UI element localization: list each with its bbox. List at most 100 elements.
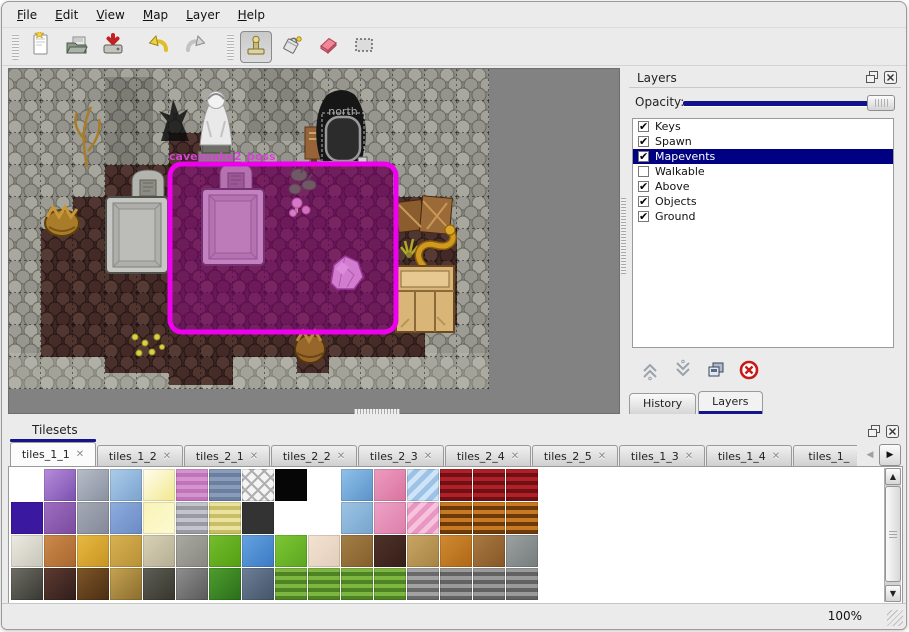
palette-tile[interactable] <box>11 502 43 534</box>
layer-row-ground[interactable]: ✔Ground <box>633 209 893 224</box>
palette-tile[interactable] <box>242 502 274 534</box>
tab-close-icon[interactable]: ✕ <box>772 451 780 462</box>
layer-row-above[interactable]: ✔Above <box>633 179 893 194</box>
menu-view[interactable]: View <box>87 5 133 25</box>
map-view[interactable]: north <box>8 68 620 414</box>
palette-tile[interactable] <box>506 502 538 534</box>
palette-tile[interactable] <box>44 502 76 534</box>
palette-tile[interactable] <box>407 469 439 501</box>
palette-tile[interactable] <box>308 568 340 600</box>
tab-close-icon[interactable]: ✕ <box>250 451 258 462</box>
palette-tile[interactable] <box>506 568 538 600</box>
scroll-up-icon[interactable]: ▲ <box>885 468 901 485</box>
layer-row-walkable[interactable]: Walkable <box>633 164 893 179</box>
palette-tile[interactable] <box>11 535 43 567</box>
palette-tile[interactable] <box>506 469 538 501</box>
palette-tile[interactable] <box>110 568 142 600</box>
palette-tile[interactable] <box>407 535 439 567</box>
opacity-slider-track[interactable] <box>683 101 891 106</box>
tileset-tab-tiles_2_3[interactable]: tiles_2_3✕ <box>358 445 444 466</box>
tab-close-icon[interactable]: ✕ <box>424 451 432 462</box>
panel-tab-layers[interactable]: Layers <box>698 391 762 414</box>
palette-tile[interactable] <box>110 502 142 534</box>
palette-tile[interactable] <box>44 469 76 501</box>
palette-tile[interactable] <box>176 568 208 600</box>
palette-tile[interactable] <box>176 535 208 567</box>
layer-row-spawn[interactable]: ✔Spawn <box>633 134 893 149</box>
tileset-tab-tiles_1_2[interactable]: tiles_1_2✕ <box>97 445 183 466</box>
palette-tile[interactable] <box>275 469 307 501</box>
palette-tile[interactable] <box>308 535 340 567</box>
palette-tile[interactable] <box>341 469 373 501</box>
tab-close-icon[interactable]: ✕ <box>337 451 345 462</box>
palette-tile[interactable] <box>176 469 208 501</box>
palette-tile[interactable] <box>440 469 472 501</box>
close-panel-icon[interactable] <box>884 71 897 84</box>
palette-tile[interactable] <box>440 502 472 534</box>
palette-tile[interactable] <box>374 535 406 567</box>
palette-tile[interactable] <box>242 535 274 567</box>
palette-tile[interactable] <box>341 568 373 600</box>
palette-tile[interactable] <box>275 568 307 600</box>
toolbar-drag-handle[interactable] <box>12 34 19 60</box>
layer-visibility-checkbox[interactable] <box>638 166 649 177</box>
layer-visibility-checkbox[interactable]: ✔ <box>638 211 649 222</box>
stamp-tool-button[interactable] <box>240 31 272 63</box>
palette-tile[interactable] <box>110 535 142 567</box>
layer-visibility-checkbox[interactable]: ✔ <box>638 196 649 207</box>
scroll-tabs-left-icon[interactable]: ◀ <box>863 445 877 465</box>
palette-tile[interactable] <box>143 502 175 534</box>
palette-tile[interactable] <box>143 568 175 600</box>
menu-edit[interactable]: Edit <box>46 5 87 25</box>
palette-tile[interactable] <box>209 469 241 501</box>
palette-tile[interactable] <box>143 535 175 567</box>
palette-tile[interactable] <box>341 535 373 567</box>
layer-row-objects[interactable]: ✔Objects <box>633 194 893 209</box>
palette-tile[interactable] <box>176 502 208 534</box>
scroll-tabs-right-icon[interactable]: ▶ <box>879 444 901 466</box>
scroll-down-icon[interactable]: ▼ <box>885 585 901 602</box>
palette-tile[interactable] <box>44 535 76 567</box>
rect-select-tool-button[interactable] <box>348 31 380 63</box>
palette-tile[interactable] <box>77 568 109 600</box>
layer-row-mapevents[interactable]: ✔Mapevents <box>633 149 893 164</box>
tab-close-icon[interactable]: ✕ <box>163 451 171 462</box>
palette-tile[interactable] <box>275 535 307 567</box>
vertical-splitter[interactable] <box>620 68 627 414</box>
open-map-button[interactable] <box>61 31 93 63</box>
panel-tab-history[interactable]: History <box>629 393 696 414</box>
palette-tile[interactable] <box>77 535 109 567</box>
palette-tile[interactable] <box>407 568 439 600</box>
palette-tile[interactable] <box>506 535 538 567</box>
close-panel-icon[interactable] <box>886 423 899 436</box>
toolbar-drag-handle[interactable] <box>227 34 234 60</box>
tileset-tab-tiles_1_3[interactable]: tiles_1_3✕ <box>619 445 705 466</box>
palette-tile[interactable] <box>209 535 241 567</box>
palette-tile[interactable] <box>473 469 505 501</box>
tileset-tab-tiles_2_1[interactable]: tiles_2_1✕ <box>184 445 270 466</box>
palette-tile[interactable] <box>374 568 406 600</box>
palette-tile[interactable] <box>341 502 373 534</box>
tab-close-icon[interactable]: ✕ <box>511 451 519 462</box>
palette-tile[interactable] <box>374 469 406 501</box>
tileset-tab-tiles_2_4[interactable]: tiles_2_4✕ <box>445 445 531 466</box>
palette-tile[interactable] <box>77 469 109 501</box>
map-canvas[interactable]: north <box>9 69 619 413</box>
menu-help[interactable]: Help <box>229 5 274 25</box>
horizontal-splitter[interactable] <box>354 408 400 415</box>
float-panel-icon[interactable] <box>868 423 881 436</box>
float-panel-icon[interactable] <box>866 71 879 84</box>
palette-tile[interactable] <box>440 568 472 600</box>
new-map-button[interactable] <box>25 31 57 63</box>
layer-visibility-checkbox[interactable]: ✔ <box>638 151 649 162</box>
resize-grip[interactable] <box>887 610 903 626</box>
menu-map[interactable]: Map <box>134 5 177 25</box>
eraser-tool-button[interactable] <box>312 31 344 63</box>
tab-close-icon[interactable]: ✕ <box>598 451 606 462</box>
tile-grid[interactable] <box>11 469 541 601</box>
palette-tile[interactable] <box>143 469 175 501</box>
tab-close-icon[interactable]: ✕ <box>855 451 857 462</box>
undo-button[interactable] <box>143 31 175 63</box>
palette-tile[interactable] <box>242 568 274 600</box>
layer-visibility-checkbox[interactable]: ✔ <box>638 181 649 192</box>
